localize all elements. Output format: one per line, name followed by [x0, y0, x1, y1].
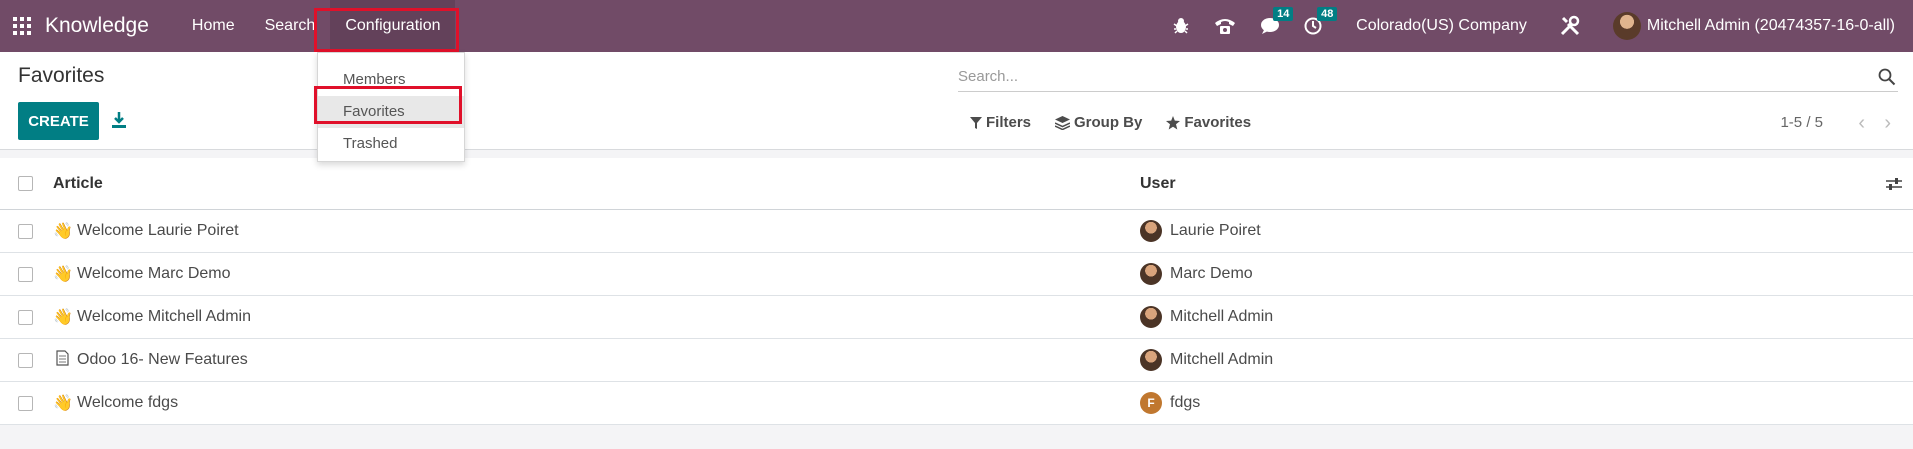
row-checkbox[interactable]: [18, 223, 33, 239]
user-avatar: [1140, 349, 1162, 371]
search-options: Filters Group By Favorites: [970, 114, 1275, 131]
table-row[interactable]: 👋 Welcome Marc Demo Marc Demo: [0, 253, 1913, 296]
favorites-label: Favorites: [1184, 114, 1252, 131]
article-title: Welcome Laurie Poiret: [77, 222, 239, 239]
tools-icon[interactable]: [1559, 15, 1581, 37]
article-title: Odoo 16- New Features: [77, 351, 248, 368]
article-title: Welcome Marc Demo: [77, 265, 231, 282]
app-brand[interactable]: Knowledge: [45, 14, 149, 38]
menu-item-members[interactable]: Members: [318, 64, 464, 96]
optional-columns-icon[interactable]: [1885, 176, 1903, 192]
nav-configuration[interactable]: Configuration: [330, 0, 456, 52]
waving-hand-icon: 👋: [53, 395, 73, 412]
user-avatar: [1612, 12, 1641, 40]
search-bar: [958, 62, 1898, 92]
activity-clock-icon[interactable]: 48: [1304, 7, 1338, 35]
table-row[interactable]: Odoo 16- New Features Mitchell Admin: [0, 339, 1913, 382]
top-navbar: Knowledge Home Search Configuration 14 4…: [0, 0, 1913, 52]
row-checkbox[interactable]: [18, 266, 33, 282]
user-avatar: [1140, 306, 1162, 328]
filters-label: Filters: [986, 114, 1032, 131]
user-name: fdgs: [1170, 394, 1201, 411]
user-avatar: F: [1140, 392, 1162, 414]
waving-hand-icon: 👋: [53, 223, 73, 240]
user-avatar: [1140, 263, 1162, 285]
star-icon: [1166, 115, 1181, 129]
phone-icon[interactable]: [1214, 17, 1236, 35]
layers-icon: [1055, 115, 1071, 130]
row-checkbox[interactable]: [18, 352, 33, 368]
article-title: Welcome Mitchell Admin: [77, 308, 251, 325]
group-by-toggle[interactable]: Group By: [1055, 114, 1142, 131]
user-name: Mitchell Admin: [1170, 308, 1274, 325]
table-row[interactable]: 👋 Welcome Mitchell Admin Mitchell Admin: [0, 296, 1913, 339]
user-name: Mitchell Admin (20474357-16-0-all): [1646, 17, 1895, 34]
waving-hand-icon: 👋: [53, 266, 73, 283]
user-avatar: [1140, 220, 1162, 242]
column-article[interactable]: Article: [53, 175, 103, 193]
table-row[interactable]: 👋 Welcome fdgs F fdgs: [0, 382, 1913, 425]
group-by-label: Group By: [1074, 114, 1143, 131]
waving-hand-icon: 👋: [53, 309, 73, 326]
user-name: Mitchell Admin: [1170, 351, 1274, 368]
user-name: Laurie Poiret: [1170, 222, 1261, 239]
pager-previous-icon[interactable]: ‹: [1858, 112, 1865, 135]
pager-value[interactable]: 1-5 / 5: [1780, 114, 1823, 131]
table-header: Article User: [0, 158, 1913, 210]
chat-icon[interactable]: 14: [1260, 7, 1294, 35]
search-icon[interactable]: [1878, 68, 1896, 86]
user-menu[interactable]: Mitchell Admin (20474357-16-0-all): [1612, 12, 1895, 40]
favorites-list: Article User 👋 Welcome Laurie Poiret Lau…: [0, 158, 1913, 425]
nav-search[interactable]: Search: [250, 0, 331, 52]
filter-icon: [970, 116, 982, 129]
pager-next-icon[interactable]: ›: [1884, 112, 1891, 135]
user-name: Marc Demo: [1170, 265, 1253, 282]
column-user[interactable]: User: [1140, 175, 1176, 193]
search-input[interactable]: [958, 62, 1858, 90]
download-icon[interactable]: [111, 111, 127, 129]
control-panel: Favorites CREATE Filters Group By Favori…: [0, 52, 1913, 150]
page-icon: [53, 349, 71, 371]
nav-home[interactable]: Home: [177, 0, 250, 52]
menu-item-trashed[interactable]: Trashed: [318, 128, 464, 160]
article-title: Welcome fdgs: [77, 394, 179, 411]
favorites-toggle[interactable]: Favorites: [1166, 114, 1251, 131]
filters-toggle[interactable]: Filters: [970, 114, 1031, 131]
systray: 14 48 Colorado(US) Company Mitchell Admi…: [1160, 0, 1913, 52]
activity-count-badge: 48: [1317, 7, 1338, 21]
page-title: Favorites: [18, 64, 105, 87]
apps-menu-icon[interactable]: [13, 17, 31, 35]
bug-icon[interactable]: [1172, 17, 1190, 35]
chat-count-badge: 14: [1273, 7, 1294, 21]
row-checkbox[interactable]: [18, 395, 33, 411]
menu-item-favorites[interactable]: Favorites: [318, 96, 464, 128]
row-checkbox[interactable]: [18, 309, 33, 325]
table-row[interactable]: 👋 Welcome Laurie Poiret Laurie Poiret: [0, 210, 1913, 253]
configuration-dropdown: Members Favorites Trashed: [317, 52, 465, 162]
select-all-checkbox[interactable]: [18, 176, 33, 191]
company-switcher[interactable]: Colorado(US) Company: [1356, 17, 1527, 35]
create-button[interactable]: CREATE: [18, 102, 99, 140]
